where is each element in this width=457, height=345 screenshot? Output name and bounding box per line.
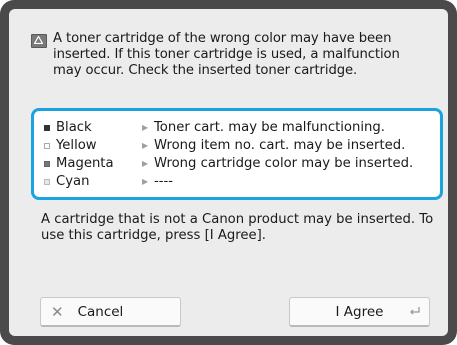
cartridge-name: Black bbox=[56, 120, 92, 135]
enter-icon bbox=[409, 304, 421, 320]
cancel-label: Cancel bbox=[77, 303, 124, 320]
close-icon: ✕ bbox=[51, 302, 64, 321]
cartridge-row-black: Black ▶ Toner cart. may be malfunctionin… bbox=[44, 119, 440, 137]
cartridge-row-cyan: Cyan ▶ ---- bbox=[44, 173, 440, 191]
warning-text: A toner cartridge of the wrong color may… bbox=[53, 31, 400, 78]
cartridge-row-yellow: Yellow ▶ Wrong item no. cart. may be ins… bbox=[44, 137, 440, 155]
cartridge-status-list: Black ▶ Toner cart. may be malfunctionin… bbox=[31, 108, 443, 200]
cyan-swatch-icon bbox=[44, 179, 50, 185]
agree-label: I Agree bbox=[335, 303, 384, 320]
warning-message: A toner cartridge of the wrong color may… bbox=[31, 31, 431, 79]
cartridge-message: Wrong cartridge color may be inserted. bbox=[154, 156, 414, 171]
cartridge-row-magenta: Magenta ▶ Wrong cartridge color may be i… bbox=[44, 155, 440, 173]
info-text: A cartridge that is not a Canon product … bbox=[41, 212, 434, 243]
cartridge-name: Yellow bbox=[56, 138, 97, 153]
arrow-right-icon: ▶ bbox=[142, 141, 149, 150]
agree-button[interactable]: I Agree bbox=[289, 297, 430, 327]
arrow-right-icon: ▶ bbox=[142, 177, 149, 186]
cartridge-message: Wrong item no. cart. may be inserted. bbox=[154, 138, 406, 153]
arrow-right-icon: ▶ bbox=[142, 159, 149, 168]
cancel-button[interactable]: ✕ Cancel bbox=[40, 297, 181, 327]
magenta-swatch-icon bbox=[44, 161, 50, 167]
cartridge-message: Toner cart. may be malfunctioning. bbox=[154, 120, 385, 135]
arrow-right-icon: ▶ bbox=[142, 123, 149, 132]
yellow-swatch-icon bbox=[44, 143, 50, 149]
cartridge-name: Magenta bbox=[56, 156, 114, 171]
warning-icon bbox=[31, 34, 47, 48]
black-swatch-icon bbox=[44, 125, 50, 131]
cartridge-name: Cyan bbox=[56, 174, 90, 189]
cartridge-message: ---- bbox=[154, 174, 174, 189]
dialog-panel: A toner cartridge of the wrong color may… bbox=[9, 9, 448, 336]
